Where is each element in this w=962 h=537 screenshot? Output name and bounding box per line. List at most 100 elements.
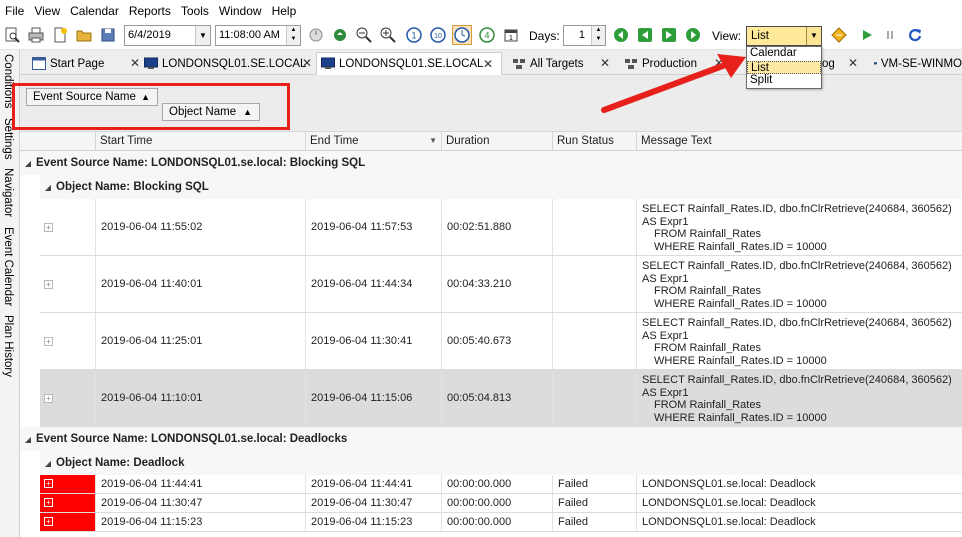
row-expander[interactable]: + — [40, 370, 95, 426]
time-spinner[interactable]: ▲ ▼ — [286, 26, 300, 45]
tab-server-2-active[interactable]: LONDONSQL01.SE.LOCAL ✕ — [316, 52, 502, 75]
zoom-out-icon[interactable] — [354, 25, 374, 45]
interval-1-icon[interactable]: 1 — [404, 25, 424, 45]
table-row[interactable]: + 2019-06-04 11:55:02 2019-06-04 11:57:5… — [40, 199, 962, 256]
menu-reports[interactable]: Reports — [124, 0, 176, 22]
table-row[interactable]: + 2019-06-04 11:25:01 2019-06-04 11:30:4… — [40, 313, 962, 370]
failed-indicator[interactable]: + — [40, 513, 95, 531]
calendar-day-icon[interactable]: 1 — [501, 25, 521, 45]
tab-start-page[interactable]: Start Page ✕ — [28, 52, 148, 75]
zoom-in-icon[interactable] — [378, 25, 398, 45]
last-icon[interactable] — [659, 25, 679, 45]
time-input[interactable]: 11:08:00 AM ▲ ▼ — [215, 25, 301, 46]
interval-10-icon[interactable]: 10 — [428, 25, 448, 45]
msg-line: FROM Rainfall_Rates — [654, 228, 761, 241]
view-option-split[interactable]: Split — [747, 74, 821, 88]
view-option-list[interactable]: List — [747, 60, 821, 74]
date-input[interactable]: 6/4/2019 ▼ — [124, 25, 211, 46]
plus-icon[interactable]: + — [44, 337, 53, 346]
row-expander[interactable]: + — [40, 199, 95, 255]
cell-message-text: SELECT Rainfall_Rates.ID, dbo.fnClrRetri… — [636, 313, 962, 369]
col-run-status[interactable]: Run Status — [552, 132, 636, 151]
diamond-arrows-icon[interactable] — [829, 25, 849, 45]
cell-end-time: 2019-06-04 11:30:47 — [305, 494, 441, 512]
col-start-time[interactable]: Start Time — [95, 132, 305, 151]
menu-help[interactable]: Help — [267, 0, 302, 22]
back-icon[interactable] — [611, 25, 631, 45]
view-select[interactable]: List ▼ — [746, 26, 822, 46]
menu-calendar[interactable]: Calendar — [65, 0, 124, 22]
view-label: View: — [712, 29, 742, 43]
failed-indicator[interactable]: + — [40, 494, 95, 512]
first-icon[interactable] — [635, 25, 655, 45]
clock-icon[interactable] — [306, 25, 326, 45]
side-tab-plan-history[interactable]: Plan History — [2, 315, 14, 377]
plus-icon[interactable]: + — [44, 394, 53, 403]
row-expander[interactable]: + — [40, 256, 95, 312]
cell-run-status: Failed — [552, 513, 636, 531]
refresh-icon[interactable] — [905, 25, 925, 45]
col-message-text[interactable]: Message Text — [636, 132, 962, 151]
cell-start-time: 2019-06-04 11:40:01 — [95, 256, 305, 312]
group-header-text: Event Source Name: LONDONSQL01.se.local:… — [36, 157, 366, 169]
side-tab-event-calendar[interactable]: Event Calendar — [2, 227, 14, 306]
plus-icon[interactable]: + — [44, 479, 53, 488]
tab-vm-se-winmo[interactable]: VM-SE-WINMO — [870, 52, 962, 75]
print-preview-icon[interactable] — [2, 25, 22, 45]
interval-clock-icon[interactable] — [452, 25, 472, 45]
close-icon[interactable]: ✕ — [130, 56, 140, 70]
plus-icon[interactable]: + — [44, 280, 53, 289]
plus-icon[interactable]: + — [44, 223, 53, 232]
group-row-event-source[interactable]: ◢ Event Source Name: LONDONSQL01.se.local… — [20, 427, 962, 451]
interval-4-icon[interactable]: 4 — [477, 25, 497, 45]
close-icon[interactable]: ✕ — [848, 56, 858, 70]
days-label: Days: — [529, 29, 560, 43]
cell-end-time: 2019-06-04 11:44:41 — [305, 475, 441, 493]
print-icon[interactable] — [26, 25, 46, 45]
collapse-icon[interactable]: ◢ — [20, 152, 36, 176]
plus-icon[interactable]: + — [44, 517, 53, 526]
table-row[interactable]: + 2019-06-04 11:44:41 2019-06-04 11:44:4… — [40, 475, 962, 494]
cell-message-text: LONDONSQL01.se.local: Deadlock — [636, 513, 962, 531]
group-row-event-source[interactable]: ◢ Event Source Name: LONDONSQL01.se.local… — [20, 151, 962, 175]
annotation-arrow-icon — [601, 54, 746, 113]
collapse-icon[interactable]: ◢ — [20, 428, 36, 452]
refresh-go-icon[interactable] — [330, 25, 350, 45]
menu-view[interactable]: View — [29, 0, 65, 22]
table-row[interactable]: + 2019-06-04 11:30:47 2019-06-04 11:30:4… — [40, 494, 962, 513]
menu-tools[interactable]: Tools — [176, 0, 214, 22]
highlight-box — [12, 83, 290, 130]
pause-icon[interactable] — [880, 25, 900, 45]
table-row[interactable]: + 2019-06-04 11:15:23 2019-06-04 11:15:2… — [40, 513, 962, 532]
view-option-calendar[interactable]: Calendar — [747, 47, 821, 61]
failed-indicator[interactable]: + — [40, 475, 95, 493]
collapse-icon[interactable]: ◢ — [40, 452, 56, 476]
open-folder-icon[interactable] — [74, 25, 94, 45]
group-row-object-name[interactable]: ◢ Object Name: Deadlock — [40, 451, 962, 475]
group-row-object-name[interactable]: ◢ Object Name: Blocking SQL — [40, 175, 962, 199]
tab-server-1[interactable]: LONDONSQL01.SE.LOCAL ✕ — [140, 52, 320, 75]
menu-file[interactable]: File — [0, 0, 29, 22]
table-row[interactable]: + 2019-06-04 11:40:01 2019-06-04 11:44:3… — [40, 256, 962, 313]
col-end-time[interactable]: End Time ▼ — [305, 132, 441, 151]
close-icon[interactable]: ✕ — [483, 57, 493, 71]
tab-label: og — [822, 57, 835, 70]
side-tab-navigator[interactable]: Navigator — [2, 168, 14, 217]
collapse-icon[interactable]: ◢ — [40, 176, 56, 200]
days-spinner[interactable]: ▲ ▼ — [591, 26, 605, 45]
plus-icon[interactable]: + — [44, 498, 53, 507]
days-input[interactable]: 1 ▲ ▼ — [563, 25, 606, 46]
forward-icon[interactable] — [683, 25, 703, 45]
new-icon[interactable] — [50, 25, 70, 45]
row-expander[interactable]: + — [40, 313, 95, 369]
menu-window[interactable]: Window — [214, 0, 267, 22]
group-header-text: Event Source Name: LONDONSQL01.se.local:… — [36, 433, 348, 445]
play-icon[interactable] — [857, 25, 877, 45]
table-row-selected[interactable]: + 2019-06-04 11:10:01 2019-06-04 11:15:0… — [40, 370, 962, 427]
chevron-down-icon[interactable]: ▼ — [195, 26, 210, 45]
chevron-down-icon[interactable]: ▼ — [806, 27, 821, 45]
save-icon[interactable] — [98, 25, 118, 45]
col-duration[interactable]: Duration — [441, 132, 552, 151]
close-icon[interactable]: ✕ — [302, 56, 312, 70]
msg-line: SELECT Rainfall_Rates.ID, dbo.fnClrRetri… — [642, 203, 952, 228]
